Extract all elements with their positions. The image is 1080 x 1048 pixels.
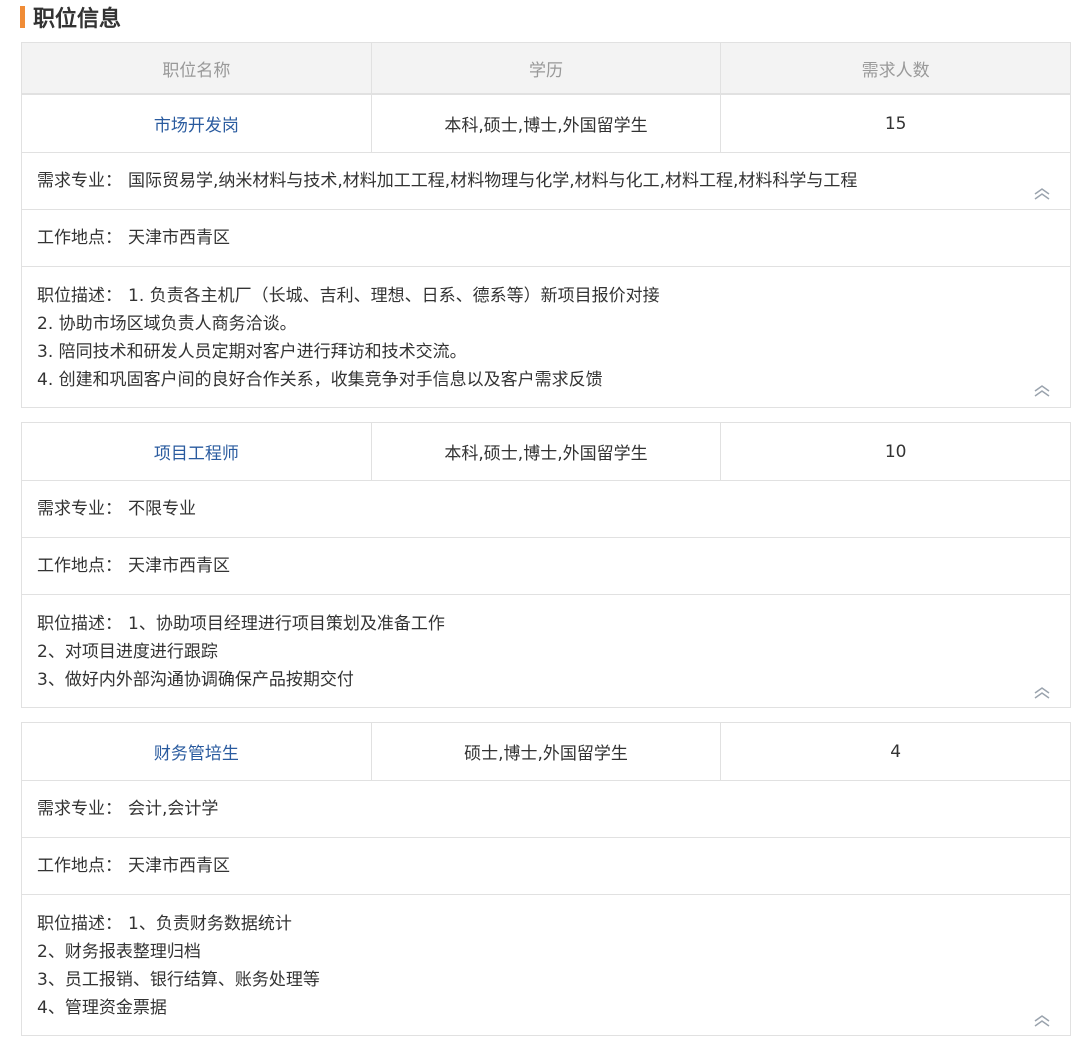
major-label: 需求专业： [37, 499, 122, 519]
collapse-chevron-icon[interactable] [1032, 186, 1052, 200]
location-value: 天津市西青区 [128, 228, 230, 248]
description-line: 1、负责财务数据统计 [128, 914, 292, 934]
description-line: 2. 协助市场区域负责人商务洽谈。 [37, 314, 297, 334]
major-row: 需求专业： 国际贸易学,纳米材料与技术,材料加工工程,材料物理与化学,材料与化工… [22, 153, 1070, 210]
description-line: 3、员工报销、银行结算、账务处理等 [37, 970, 320, 990]
section-title: 职位信息 [20, 2, 121, 32]
header-count: 需求人数 [720, 43, 1070, 93]
job-count: 10 [720, 423, 1070, 480]
description-line: 1. 负责各主机厂（长城、吉利、理想、日系、德系等）新项目报价对接 [128, 286, 660, 306]
job-name-link[interactable]: 项目工程师 [22, 423, 371, 480]
job-education: 硕士,博士,外国留学生 [370, 723, 721, 780]
description-line: 1、协助项目经理进行项目策划及准备工作 [128, 614, 445, 634]
location-label: 工作地点： [37, 556, 122, 576]
description-line: 2、对项目进度进行跟踪 [37, 642, 218, 662]
job-row: 财务管培生 硕士,博士,外国留学生 4 [22, 723, 1070, 781]
description-row: 职位描述： 1、协助项目经理进行项目策划及准备工作 2、对项目进度进行跟踪 3、做… [22, 595, 1070, 707]
major-label: 需求专业： [37, 799, 122, 819]
job-name-link[interactable]: 财务管培生 [22, 723, 371, 780]
job-education: 本科,硕士,博士,外国留学生 [370, 423, 721, 480]
job-row: 项目工程师 本科,硕士,博士,外国留学生 10 [22, 423, 1070, 481]
description-line: 4、管理资金票据 [37, 998, 167, 1018]
description-label: 职位描述： [37, 614, 122, 634]
description-label: 职位描述： [37, 286, 122, 306]
header-position-name: 职位名称 [162, 60, 231, 81]
description-text: 职位描述： 1、负责财务数据统计 2、财务报表整理归档 3、员工报销、银行结算、账… [37, 895, 1055, 1022]
job-block-2: 项目工程师 本科,硕士,博士,外国留学生 10 需求专业： 不限专业 工作地点：… [21, 422, 1071, 708]
description-label: 职位描述： [37, 914, 122, 934]
major-row: 需求专业： 不限专业 [22, 481, 1070, 538]
location-row: 工作地点： 天津市西青区 [22, 538, 1070, 595]
job-row: 市场开发岗 本科,硕士,博士,外国留学生 15 [22, 95, 1070, 153]
description-line: 2、财务报表整理归档 [37, 942, 201, 962]
major-value: 不限专业 [128, 499, 196, 519]
title-accent-bar [20, 6, 25, 28]
description-line: 4. 创建和巩固客户间的良好合作关系，收集竞争对手信息以及客户需求反馈 [37, 370, 603, 390]
description-row: 职位描述： 1. 负责各主机厂（长城、吉利、理想、日系、德系等）新项目报价对接 2… [22, 267, 1070, 407]
major-label: 需求专业： [37, 171, 122, 191]
header-education: 学历 [370, 43, 721, 93]
location-row: 工作地点： 天津市西青区 [22, 210, 1070, 267]
collapse-chevron-icon[interactable] [1032, 383, 1052, 397]
job-count: 15 [720, 95, 1070, 152]
major-value: 会计,会计学 [128, 799, 219, 819]
major-value: 国际贸易学,纳米材料与技术,材料加工工程,材料物理与化学,材料与化工,材料工程,… [128, 171, 858, 191]
major-row: 需求专业： 会计,会计学 [22, 781, 1070, 838]
description-row: 职位描述： 1、负责财务数据统计 2、财务报表整理归档 3、员工报销、银行结算、账… [22, 895, 1070, 1035]
job-block-3: 财务管培生 硕士,博士,外国留学生 4 需求专业： 会计,会计学 工作地点： 天… [21, 722, 1071, 1036]
location-row: 工作地点： 天津市西青区 [22, 838, 1070, 895]
collapse-chevron-icon[interactable] [1032, 1013, 1052, 1027]
section-title-text: 职位信息 [33, 7, 122, 32]
location-value: 天津市西青区 [128, 556, 230, 576]
job-name-link[interactable]: 市场开发岗 [22, 95, 371, 152]
description-text: 职位描述： 1、协助项目经理进行项目策划及准备工作 2、对项目进度进行跟踪 3、做… [37, 595, 1055, 694]
job-block-1: 市场开发岗 本科,硕士,博士,外国留学生 15 需求专业： 国际贸易学,纳米材料… [21, 94, 1071, 408]
description-text: 职位描述： 1. 负责各主机厂（长城、吉利、理想、日系、德系等）新项目报价对接 2… [37, 267, 1055, 394]
location-label: 工作地点： [37, 228, 122, 248]
location-label: 工作地点： [37, 856, 122, 876]
description-line: 3、做好内外部沟通协调确保产品按期交付 [37, 670, 354, 690]
description-line: 3. 陪同技术和研发人员定期对客户进行拜访和技术交流。 [37, 342, 467, 362]
job-education: 本科,硕士,博士,外国留学生 [370, 95, 721, 152]
collapse-chevron-icon[interactable] [1032, 685, 1052, 699]
location-value: 天津市西青区 [128, 856, 230, 876]
table-header: 职位名称 学历 需求人数 [21, 42, 1071, 94]
job-count: 4 [720, 723, 1070, 780]
